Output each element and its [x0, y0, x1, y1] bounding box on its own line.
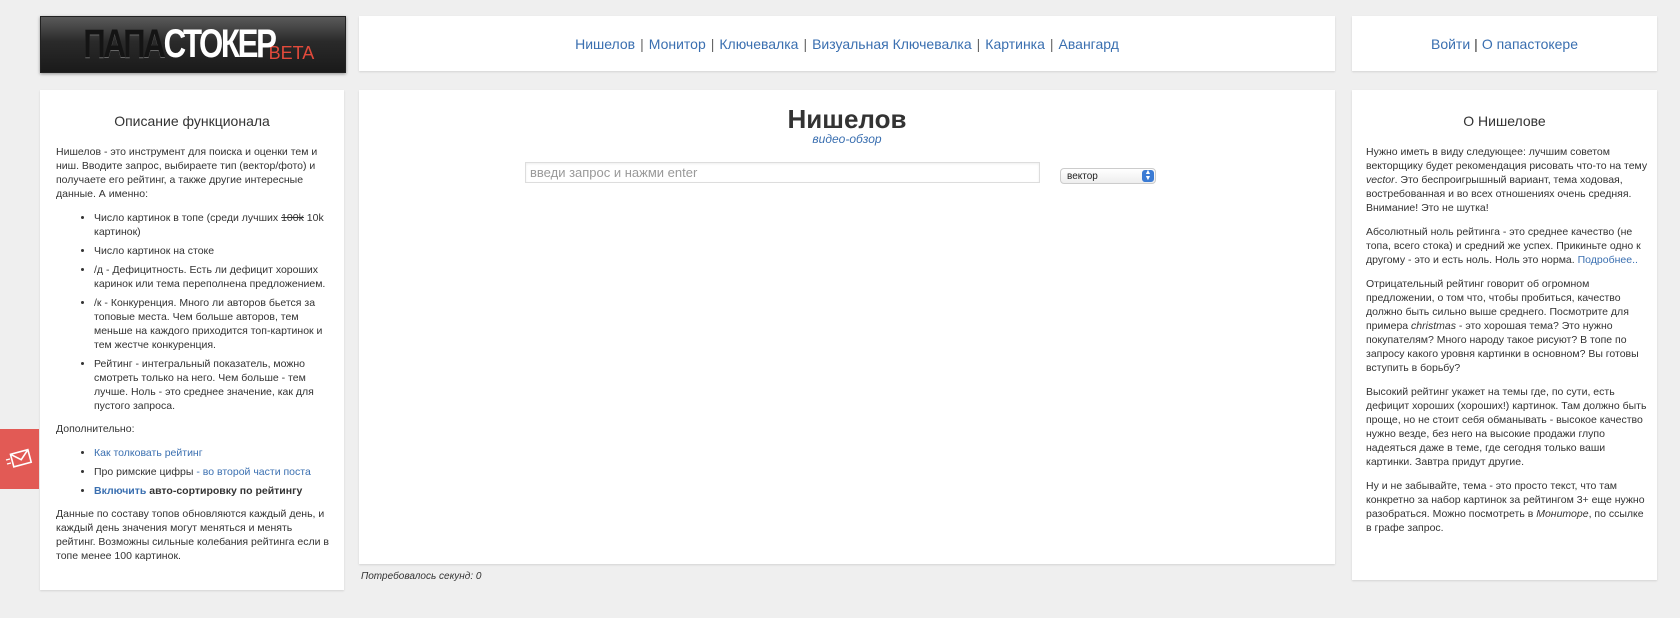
metrics-list: Число картинок в топе (среди лучших 100k…: [56, 211, 334, 413]
enable-autosort-link[interactable]: Включить: [94, 485, 146, 497]
list-item: Рейтинг - интегральный показатель, можно…: [94, 357, 334, 413]
main-panel: Нишелов видео-обзор вектор ▲▼: [359, 90, 1335, 564]
list-item: /к - Конкуренция. Много ли авторов бьетс…: [94, 296, 334, 352]
about-body: Нужно иметь в виду следующее: лучшим сов…: [1366, 145, 1648, 545]
page-title: Нишелов: [787, 104, 907, 134]
main-nav: Нишелов | Монитор | Ключевалка | Визуаль…: [359, 16, 1335, 71]
about-paragraph: Нужно иметь в виду следующее: лучшим сов…: [1366, 145, 1648, 215]
nav-item-keywords[interactable]: Ключевалка: [719, 36, 798, 52]
search-input[interactable]: [525, 162, 1040, 183]
extra-title: Дополнительно:: [56, 423, 135, 435]
auth-separator: |: [1474, 35, 1478, 52]
functionality-intro: Нишелов - это инструмент для поиска и оц…: [56, 146, 318, 200]
nav-item-avangard[interactable]: Авангард: [1059, 36, 1119, 52]
nav-separator: |: [803, 35, 808, 52]
strikethrough-text: 100k: [281, 212, 304, 224]
list-item: Как толковать рейтинг: [94, 446, 334, 460]
about-paragraph: Абсолютный ноль рейтинга - это среднее к…: [1366, 225, 1648, 267]
roman-post-link[interactable]: - во второй части поста: [193, 466, 310, 478]
nav-item-monitor[interactable]: Монитор: [649, 36, 706, 52]
nav-separator: |: [710, 35, 715, 52]
nav-separator: |: [976, 35, 981, 52]
list-item: /д - Дефицитность. Есть ли дефицит хорош…: [94, 263, 334, 291]
about-paragraph: Ну и не забывайте, тема - это просто тек…: [1366, 479, 1648, 535]
functionality-body: Нишелов - это инструмент для поиска и оц…: [56, 145, 334, 573]
about-paragraph: Отрицательный рейтинг говорит об огромно…: [1366, 277, 1648, 375]
paragraph-text: . Это беспроигрышный вариант, тема ходов…: [1366, 174, 1632, 214]
nav-separator: |: [640, 35, 644, 52]
list-item: Включить авто-сортировку по рейтингу: [94, 484, 334, 498]
feedback-tab[interactable]: [0, 429, 39, 489]
logo-part-1: ПАПА: [82, 22, 165, 66]
auth-bar: Войти | О папастокере: [1352, 16, 1657, 71]
envelope-icon: [5, 448, 32, 468]
functionality-panel: Описание функционала Нишелов - это инстр…: [40, 90, 344, 590]
login-link[interactable]: Войти: [1431, 36, 1470, 52]
nav-item-visual-keywords[interactable]: Визуальная Ключевалка: [812, 36, 972, 52]
about-panel: О Нишелове Нужно иметь в виду следующее:…: [1352, 90, 1657, 580]
italic-term: vector: [1366, 174, 1395, 186]
more-link[interactable]: Подробнее..: [1578, 254, 1638, 266]
type-select-value: вектор: [1067, 170, 1098, 182]
nav-item-nishelov[interactable]: Нишелов: [575, 36, 635, 52]
italic-term: Мониторе: [1536, 508, 1589, 520]
list-item: Число картинок на стоке: [94, 244, 334, 258]
autosort-text: авто-сортировку по рейтингу: [146, 485, 303, 497]
extra-list: Как толковать рейтинг Про римские цифры …: [56, 446, 334, 498]
list-item: Про римские цифры - во второй части пост…: [94, 465, 334, 479]
nav-separator: |: [1049, 35, 1054, 52]
paragraph-text: Нужно иметь в виду следующее: лучшим сов…: [1366, 146, 1648, 172]
list-item-text: Число картинок в топе (среди лучших: [94, 212, 282, 224]
about-link[interactable]: О папастокере: [1482, 36, 1578, 52]
type-select[interactable]: вектор ▲ ▼: [1060, 168, 1156, 184]
nav-item-picture[interactable]: Картинка: [985, 36, 1045, 52]
video-review-link[interactable]: видео-обзор: [359, 132, 1335, 146]
elapsed-time: Потребовалось секунд: 0: [361, 571, 482, 582]
logo[interactable]: ПАПА СТОКЕР BETA: [40, 16, 346, 73]
rating-explain-link[interactable]: Как толковать рейтинг: [94, 447, 203, 459]
about-title: О Нишелове: [1463, 113, 1546, 129]
roman-text: Про римские цифры: [94, 466, 194, 478]
updown-arrow-icon: ▲ ▼: [1142, 169, 1154, 182]
functionality-title: Описание функционала: [114, 113, 270, 129]
italic-term: christmas: [1411, 320, 1456, 332]
functionality-footer: Данные по составу топов обновляются кажд…: [56, 508, 329, 562]
list-item: Число картинок в топе (среди лучших 100k…: [94, 211, 334, 239]
logo-part-2: СТОКЕР: [164, 22, 277, 66]
about-paragraph: Высокий рейтинг укажет на темы где, по с…: [1366, 386, 1647, 468]
logo-beta: BETA: [268, 43, 315, 63]
